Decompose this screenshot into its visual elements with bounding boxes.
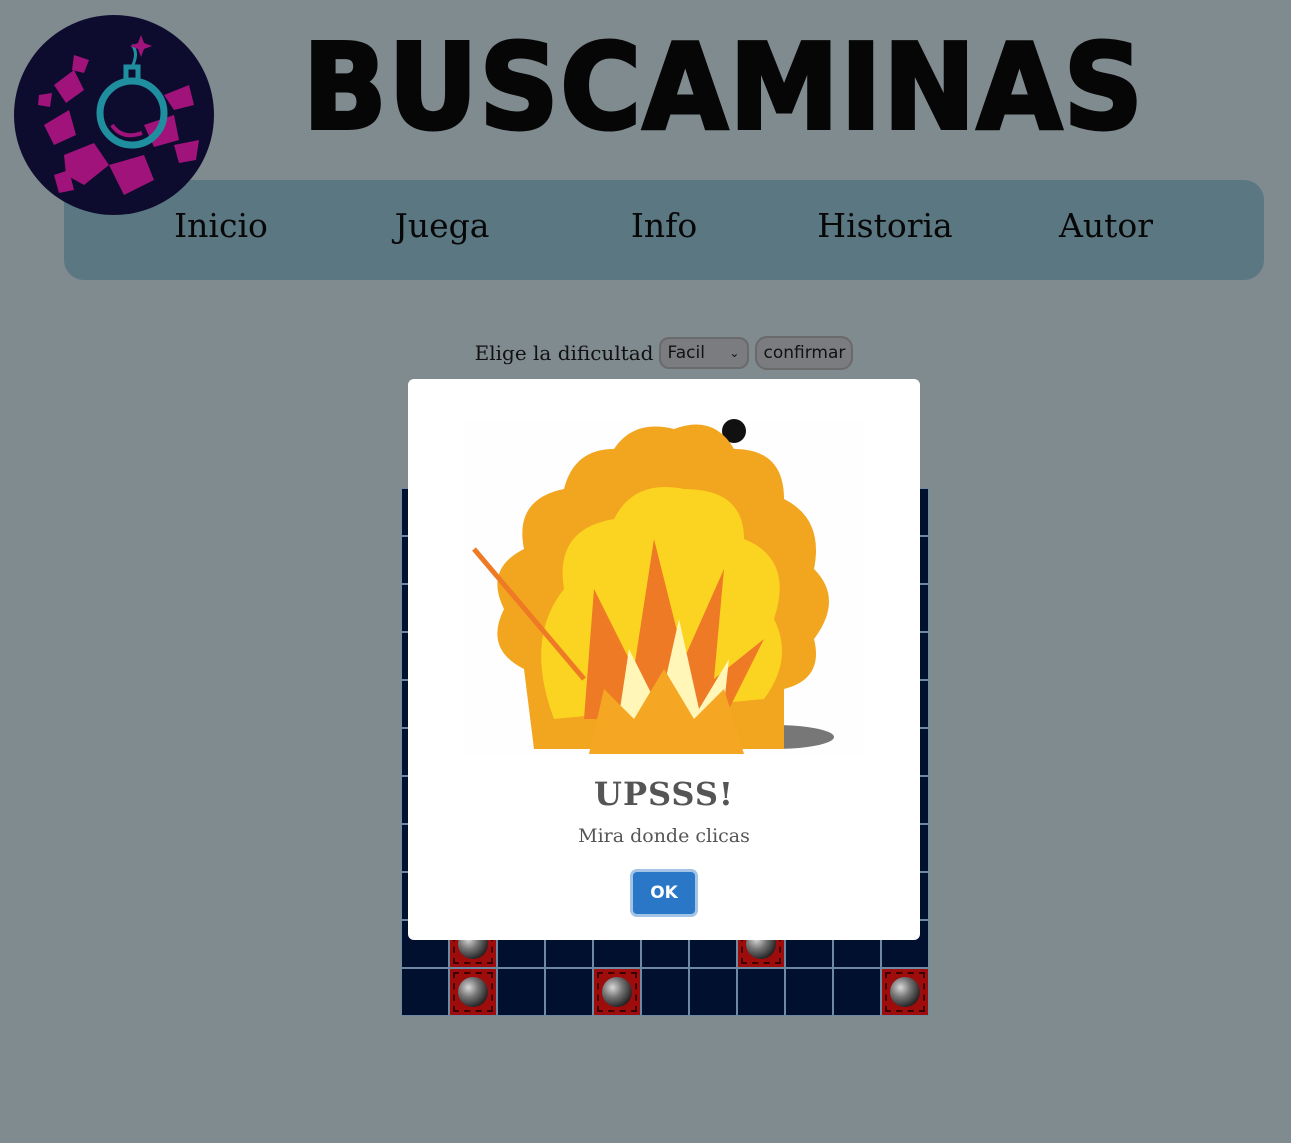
game-over-dialog: UPSSS! Mira donde clicas OK [408,379,920,940]
explosion-icon [464,419,864,757]
dialog-title: UPSSS! [594,775,734,813]
ok-button[interactable]: OK [633,872,695,914]
dialog-message: Mira donde clicas [578,825,750,847]
